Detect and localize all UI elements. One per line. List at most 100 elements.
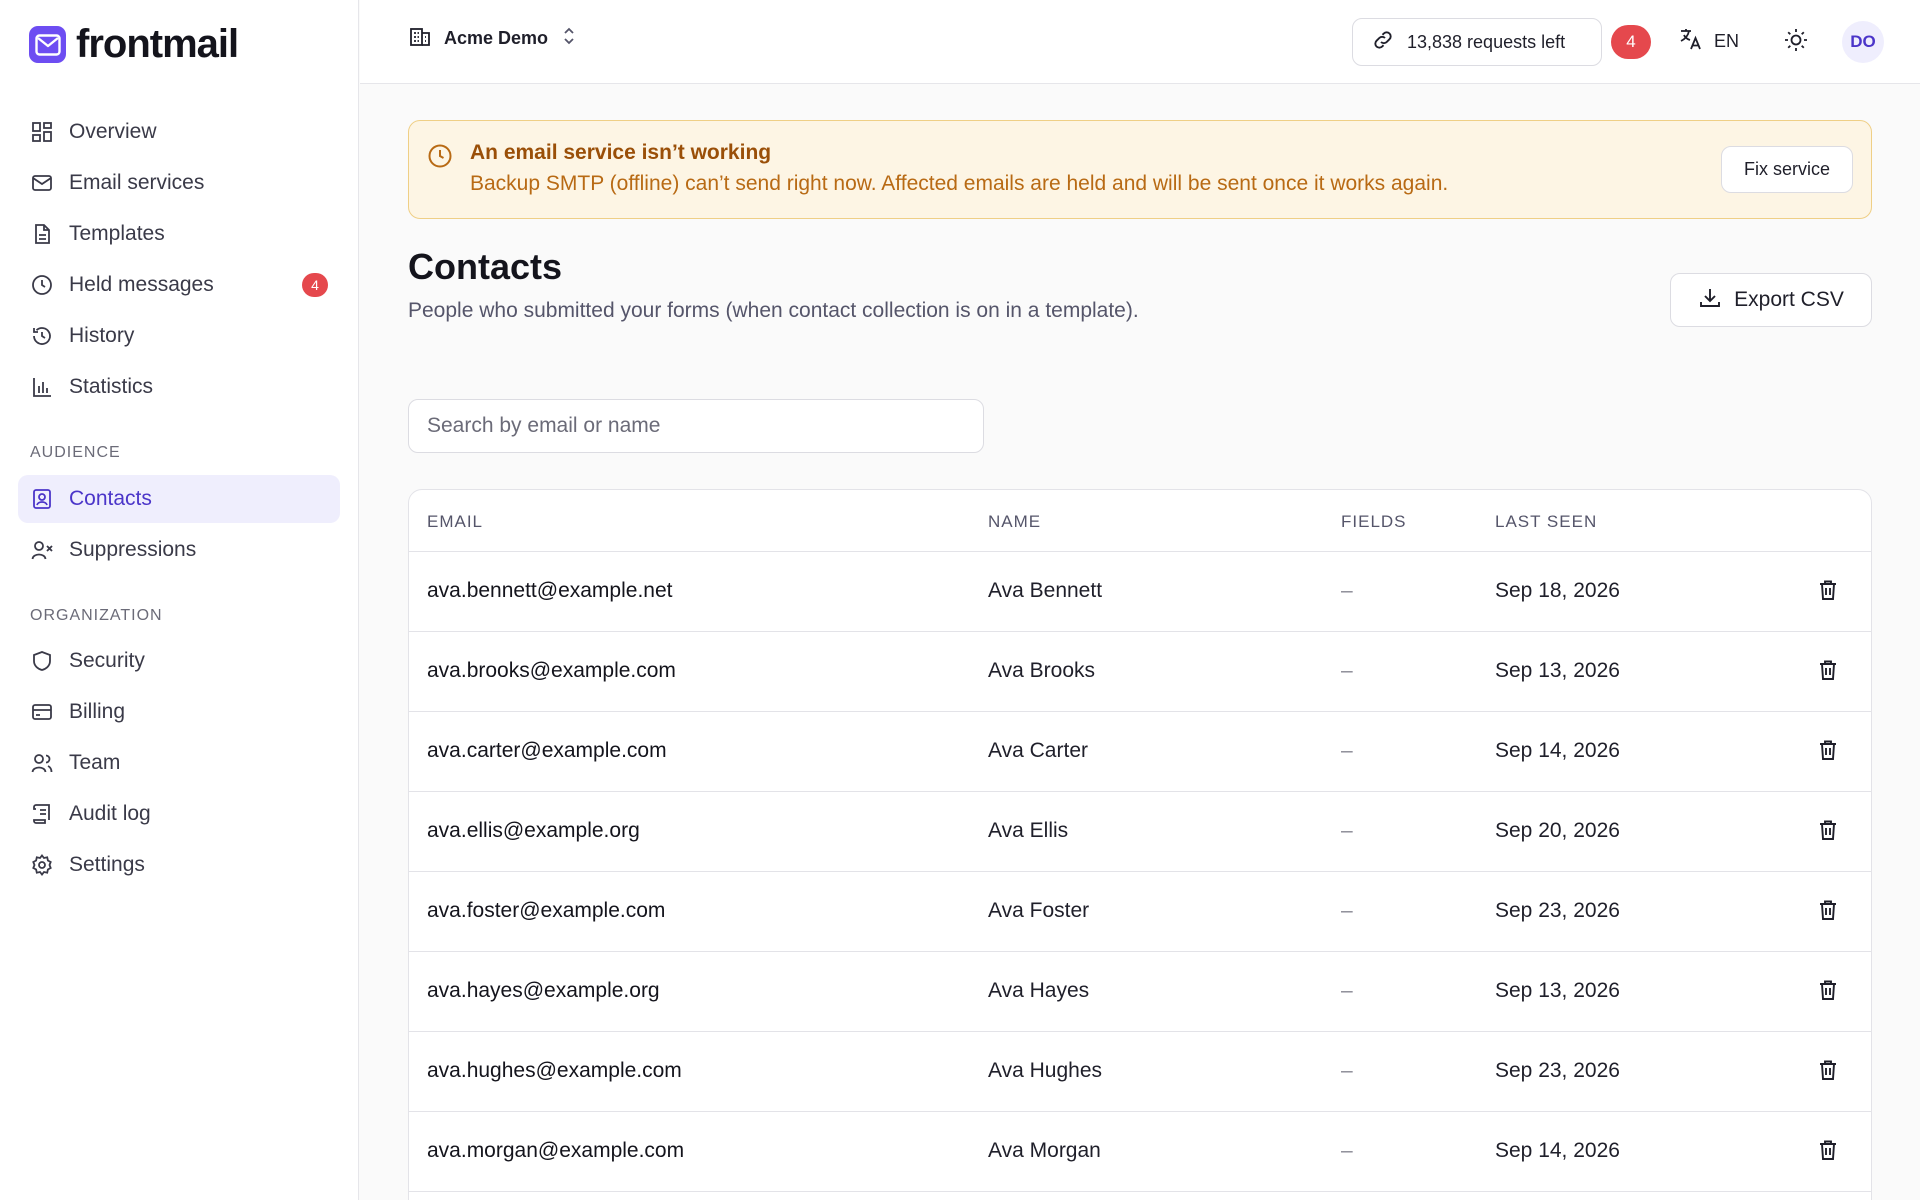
contact-name: Ava Foster (988, 899, 1090, 922)
column-header-name[interactable]: NAME (988, 512, 1041, 532)
contact-email: ava.hughes@example.com (427, 1059, 682, 1082)
delete-contact-button[interactable] (1812, 656, 1844, 688)
delete-contact-button[interactable] (1812, 1136, 1844, 1168)
contact-fields: – (1341, 899, 1353, 922)
sidebar-item-label: Suppressions (69, 538, 197, 561)
search-input[interactable] (408, 399, 984, 453)
link-icon (1371, 28, 1395, 57)
contacts-table: EMAIL NAME FIELDS LAST SEEN ava.bennett@… (408, 489, 1872, 1200)
sidebar-item-label: Audit log (69, 802, 151, 825)
sun-icon (1783, 27, 1809, 58)
export-csv-button[interactable]: Export CSV (1670, 273, 1872, 327)
sidebar-item-audit-log[interactable]: Audit log (18, 790, 340, 838)
sidebar-item-suppressions[interactable]: Suppressions (18, 526, 340, 574)
trash-icon (1816, 738, 1840, 767)
table-row[interactable]: ava.hayes@example.org Ava Hayes – Sep 13, 2… (409, 952, 1871, 1032)
column-header-email[interactable]: EMAIL (427, 512, 483, 532)
page-subtitle: People who submitted your forms (when co… (408, 299, 1139, 322)
sidebar-item-email-services[interactable]: Email services (18, 159, 340, 207)
shield-icon (30, 649, 54, 673)
download-icon (1698, 286, 1722, 315)
fix-service-button[interactable]: Fix service (1721, 146, 1853, 193)
sidebar-item-team[interactable]: Team (18, 739, 340, 787)
scroll-icon (30, 802, 54, 826)
trash-icon (1816, 1058, 1840, 1087)
contact-email: ava.brooks@example.com (427, 659, 676, 682)
sidebar-item-history[interactable]: History (18, 312, 340, 360)
chevron-up-down-icon (560, 25, 578, 52)
table-row[interactable]: ava.ellis@example.org Ava Ellis – Sep 20, 2… (409, 792, 1871, 872)
bar-chart-icon (30, 375, 54, 399)
contact-last-seen: Sep 13, 2026 (1495, 659, 1620, 682)
table-row[interactable]: ava.foster@example.com Ava Foster – Sep 23,… (409, 872, 1871, 952)
users-icon (30, 751, 54, 775)
mail-icon (30, 171, 54, 195)
user-x-icon (30, 538, 54, 562)
held-messages-badge: 4 (302, 273, 328, 297)
table-row[interactable]: ava.brooks@example.com Ava Brooks – Sep 13,… (409, 632, 1871, 712)
sidebar-item-label: Templates (69, 222, 165, 245)
organization-switcher[interactable]: Acme Demo (408, 24, 578, 53)
contact-name: Ava Ellis (988, 819, 1069, 842)
sidebar-item-overview[interactable]: Overview (18, 108, 340, 156)
contact-name: Ava Hayes (988, 979, 1090, 1002)
grid-icon (30, 120, 54, 144)
contact-last-seen: Sep 14, 2026 (1495, 1139, 1620, 1162)
history-icon (30, 324, 54, 348)
delete-contact-button[interactable] (1812, 976, 1844, 1008)
trash-icon (1816, 818, 1840, 847)
theme-toggle-button[interactable] (1780, 26, 1812, 58)
contact-fields: – (1341, 659, 1353, 682)
table-row[interactable]: ava.carter@example.com Ava Carter – Sep 14,… (409, 712, 1871, 792)
sidebar-item-statistics[interactable]: Statistics (18, 363, 340, 411)
sidebar-item-security[interactable]: Security (18, 637, 340, 685)
sidebar-item-held-messages[interactable]: Held messages 4 (18, 261, 340, 309)
contact-email: ava.ellis@example.org (427, 819, 640, 842)
delete-contact-button[interactable] (1812, 576, 1844, 608)
sidebar-item-contacts[interactable]: Contacts (18, 475, 340, 523)
file-text-icon (30, 222, 54, 246)
trash-icon (1816, 898, 1840, 927)
logo-mail-icon (29, 26, 66, 63)
brand-name: frontmail (76, 22, 239, 66)
table-row[interactable]: ava.hughes@example.com Ava Hughes – Sep 23,… (409, 1032, 1871, 1112)
sidebar-item-label: Contacts (69, 487, 152, 510)
sidebar-item-templates[interactable]: Templates (18, 210, 340, 258)
sidebar-item-settings[interactable]: Settings (18, 841, 340, 889)
brand-logo[interactable]: frontmail (29, 22, 239, 67)
delete-contact-button[interactable] (1812, 736, 1844, 768)
sidebar-item-label: History (69, 324, 135, 347)
notifications-badge[interactable]: 4 (1611, 25, 1651, 59)
contact-name: Ava Hughes (988, 1059, 1103, 1082)
delete-contact-button[interactable] (1812, 896, 1844, 928)
column-header-fields[interactable]: FIELDS (1341, 512, 1407, 532)
table-row[interactable]: ava.bennett@example.net Ava Bennett – Sep 1… (409, 552, 1871, 632)
trash-icon (1816, 658, 1840, 687)
section-label-audience: AUDIENCE (30, 444, 121, 461)
credit-card-icon (30, 700, 54, 724)
alert-description: Backup SMTP (offline) can’t send right n… (470, 172, 1449, 195)
user-avatar[interactable]: DO (1842, 21, 1884, 63)
contact-fields: – (1341, 1059, 1353, 1082)
table-row[interactable]: ava.morgan@example.com Ava Morgan – Sep 14,… (409, 1112, 1871, 1192)
contact-last-seen: Sep 18, 2026 (1495, 579, 1620, 602)
delete-contact-button[interactable] (1812, 816, 1844, 848)
language-switcher[interactable]: EN (1678, 26, 1739, 57)
sidebar-item-label: Overview (69, 120, 157, 143)
sidebar-item-label: Team (69, 751, 121, 774)
contact-name: Ava Brooks (988, 659, 1095, 682)
delete-contact-button[interactable] (1812, 1056, 1844, 1088)
contact-name: Ava Carter (988, 739, 1088, 762)
contact-card-icon (30, 487, 54, 511)
export-csv-label: Export CSV (1734, 288, 1844, 311)
building-icon (408, 24, 432, 53)
sidebar-item-label: Settings (69, 853, 145, 876)
column-header-last-seen[interactable]: LAST SEEN (1495, 512, 1597, 532)
requests-left-text: 13,838 requests left (1407, 31, 1566, 52)
contact-email: ava.morgan@example.com (427, 1139, 685, 1162)
sidebar-item-billing[interactable]: Billing (18, 688, 340, 736)
contact-fields: – (1341, 579, 1353, 602)
sidebar-item-label: Email services (69, 171, 205, 194)
requests-left-pill[interactable]: 13,838 requests left (1352, 18, 1602, 66)
trash-icon (1816, 578, 1840, 607)
